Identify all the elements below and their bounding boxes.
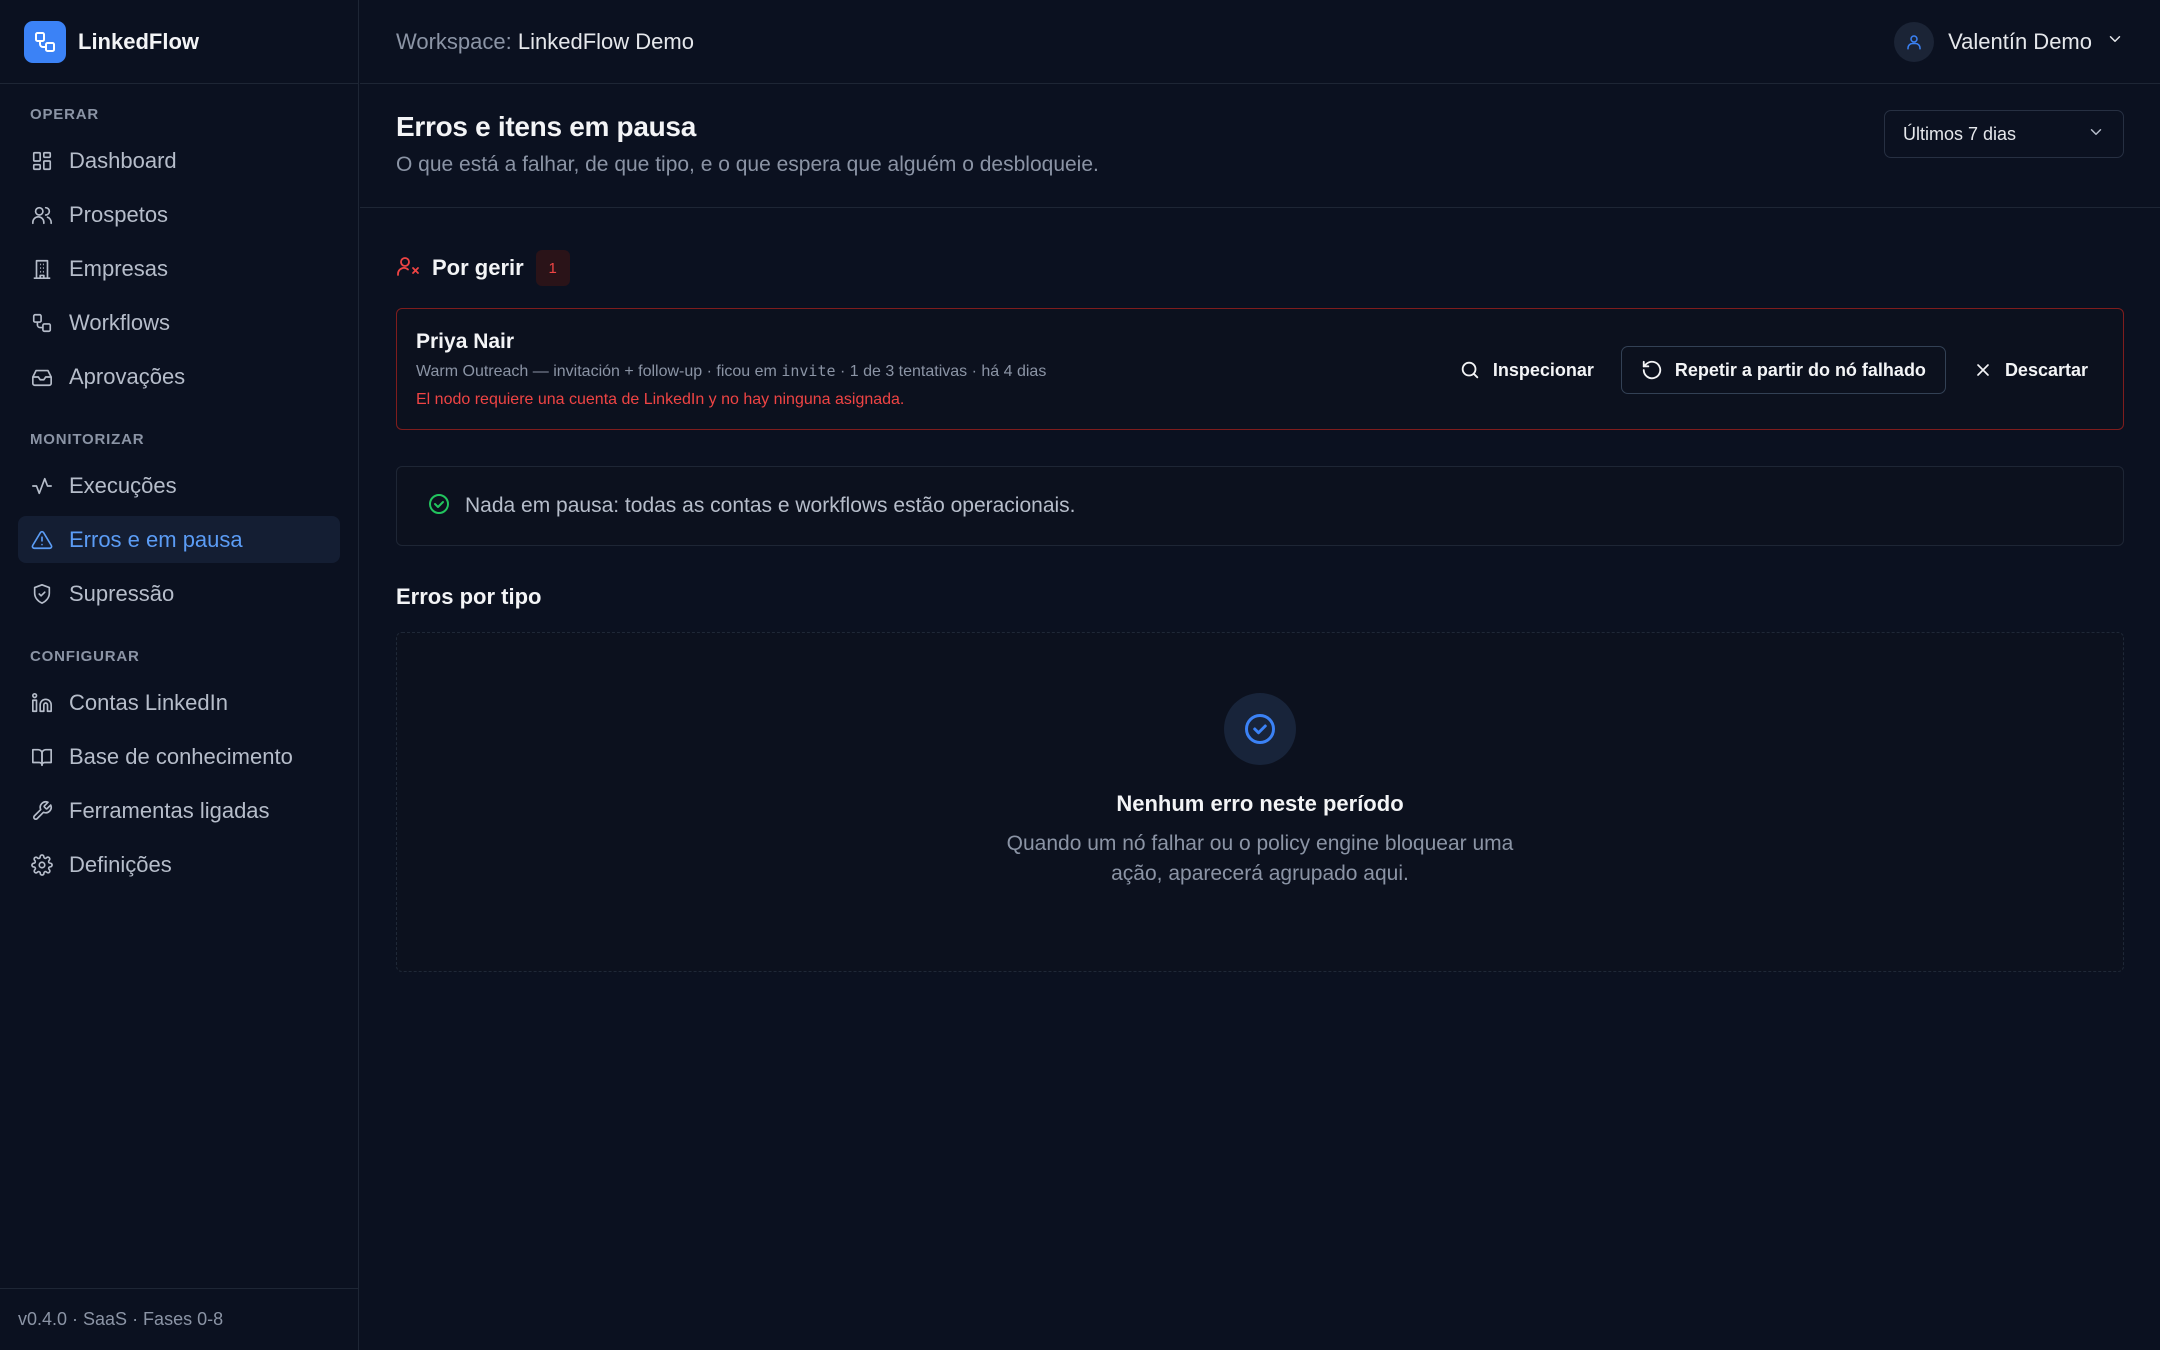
empty-state-description: Quando um nó falhar ou o policy engine b… [1006,832,1514,885]
sidebar-item-contas-linkedin[interactable]: Contas LinkedIn [18,679,340,726]
sidebar-item-label: Empresas [69,255,169,281]
sidebar-item-dashboard[interactable]: Dashboard [18,137,340,184]
empty-state-title: Nenhum erro neste período [1116,791,1404,816]
alert-triangle-icon [30,528,54,552]
pending-title: Por gerir [432,255,524,280]
sidebar-item-prospetos[interactable]: Prospetos [18,191,340,238]
paused-status-card: Nada em pausa: todas as contas e workflo… [396,466,2124,546]
inbox-icon [30,365,54,389]
sidebar-item-label: Erros e em pausa [69,526,243,552]
pending-count-badge: 1 [535,250,570,286]
nav-heading: OPERAR [30,106,99,123]
error-meta-text: Warm Outreach — invitación + follow-up ·… [416,363,777,380]
nav-section-operar: OPERAR Dashboard Prospetos Empresas Work… [0,104,358,400]
nav-heading: MONITORIZAR [30,431,145,448]
building-icon [30,257,54,281]
sidebar-item-empresas[interactable]: Empresas [18,245,340,292]
app-name: LinkedFlow [78,28,199,54]
inspect-label: Inspecionar [1492,359,1594,380]
user-menu[interactable]: Valentín Demo [1894,21,2124,62]
book-icon [30,745,54,769]
sidebar-item-label: Base de conhecimento [69,743,293,769]
date-range-select[interactable]: Últimos 7 dias [1884,110,2124,158]
retry-button[interactable]: Repetir a partir do nó falhado [1620,346,1946,394]
chevron-down-icon [2087,123,2105,146]
page-subtitle: O que está a falhar, de que tipo, e o qu… [396,153,1099,176]
sidebar-item-label: Ferramentas ligadas [69,797,270,823]
dismiss-label: Descartar [2004,359,2088,380]
sidebar-item-workflows[interactable]: Workflows [18,299,340,346]
avatar [1894,21,1935,62]
main-content: Por gerir 1 Priya Nair Warm Outreach — i… [396,208,2124,972]
user-x-icon [396,254,420,283]
page-header: Erros e itens em pausa O que está a falh… [360,84,2160,208]
retry-label: Repetir a partir do nó falhado [1674,359,1926,380]
user-icon [1907,34,1921,49]
error-item-card: Priya Nair Warm Outreach — invitación + … [396,308,2124,430]
sidebar-item-definicoes[interactable]: Definições [18,841,340,888]
workspace-label: Workspace: [396,28,512,54]
dashboard-grid-icon [30,149,54,173]
version-footer: v0.4.0 · SaaS · Fases 0-8 [0,1288,358,1350]
sidebar-item-label: Definições [69,851,172,877]
chevron-down-icon [2106,30,2124,53]
topbar: Workspace: LinkedFlow Demo Valentín Demo [360,0,2160,84]
sidebar-item-ferramentas[interactable]: Ferramentas ligadas [18,787,340,834]
inspect-button[interactable]: Inspecionar [1442,346,1611,394]
nav-section-configurar: CONFIGURAR Contas LinkedIn Base de conhe… [0,646,358,888]
sidebar-item-label: Contas LinkedIn [69,689,228,715]
error-actions: Inspecionar Repetir a partir do nó falha… [1442,346,2105,394]
pending-section-header: Por gerir 1 [396,248,2124,288]
retry-icon [1641,359,1663,381]
search-icon [1459,359,1481,381]
dismiss-button[interactable]: Descartar [1956,346,2105,394]
check-circle-icon [427,492,451,521]
sidebar-item-label: Workflows [69,309,171,335]
shield-check-icon [30,582,54,606]
gear-icon [30,853,54,877]
workspace-name: LinkedFlow Demo [517,28,694,54]
failed-node-name: invite [781,362,836,380]
errors-by-type-empty-state: Nenhum erro neste período Quando um nó f… [396,632,2124,972]
nav-section-monitorizar: MONITORIZAR Execuções Erros e em pausa S… [0,429,358,617]
sidebar-item-erros[interactable]: Erros e em pausa [18,516,340,563]
sidebar-item-label: Supressão [69,580,175,606]
workflow-icon [30,311,54,335]
sidebar-item-aprovacoes[interactable]: Aprovações [18,353,340,400]
date-range-value: Últimos 7 dias [1903,123,2017,144]
activity-icon [30,474,54,498]
sidebar-item-label: Dashboard [69,147,177,173]
nav-heading: CONFIGURAR [30,648,140,665]
paused-status-text: Nada em pausa: todas as contas e workflo… [465,494,1076,517]
errors-by-type-title: Erros por tipo [396,584,542,609]
sidebar-item-base-conhecimento[interactable]: Base de conhecimento [18,733,340,780]
sidebar-item-label: Aprovações [69,363,186,389]
users-icon [30,203,54,227]
close-icon [1973,360,1993,380]
sidebar-item-execucoes[interactable]: Execuções [18,462,340,509]
sidebar-item-label: Prospetos [69,201,169,227]
brand[interactable]: LinkedFlow [0,0,358,84]
wrench-icon [30,799,54,823]
sidebar-item-label: Execuções [69,472,177,498]
workspace-indicator: Workspace: LinkedFlow Demo [396,29,694,55]
error-meta-attempts: · 1 de 3 tentativas · há 4 dias [839,363,1047,380]
page-title: Erros e itens em pausa [396,111,696,142]
check-circle-icon [1224,693,1296,765]
linkedin-icon [30,691,54,715]
sidebar-item-supressao[interactable]: Supressão [18,570,340,617]
sidebar: LinkedFlow OPERAR Dashboard Prospetos Em… [0,0,359,1350]
logo-icon [24,20,66,63]
user-name: Valentín Demo [1948,28,2092,54]
